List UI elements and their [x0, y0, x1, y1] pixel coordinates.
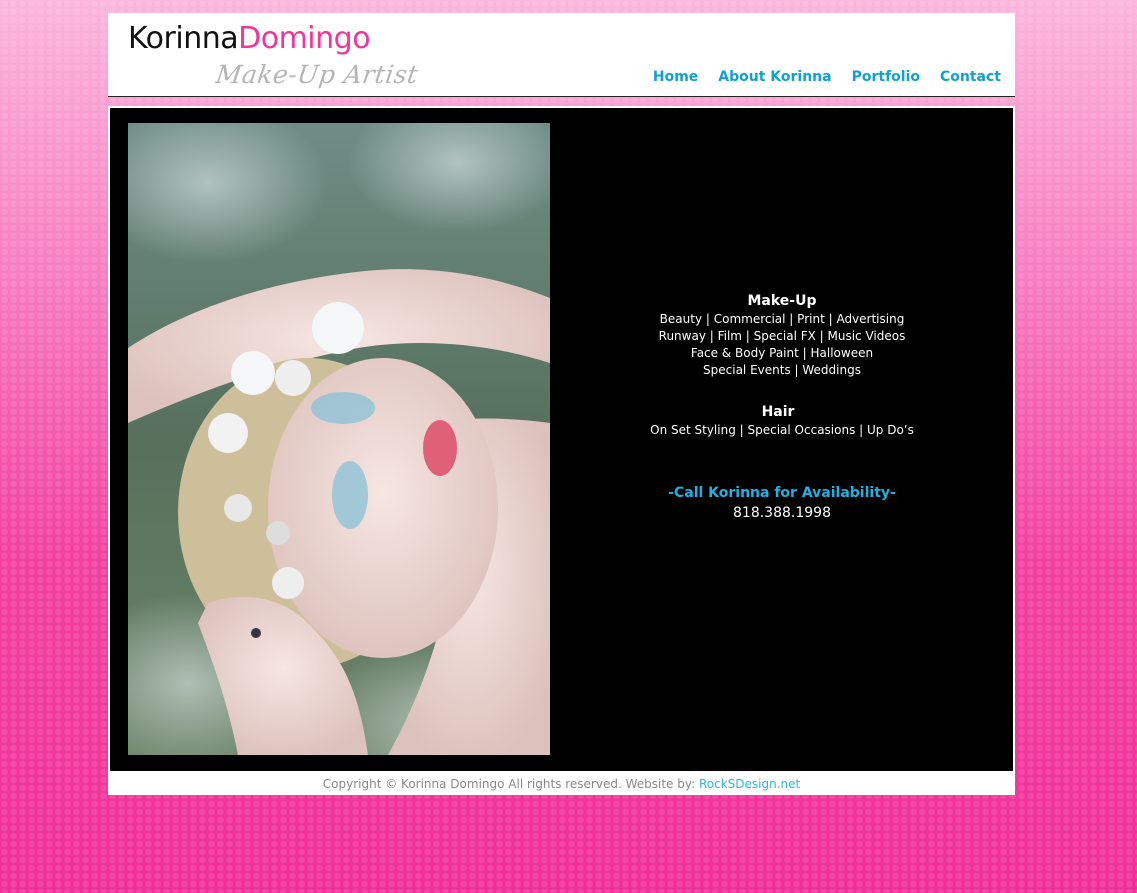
nav-home[interactable]: Home	[653, 68, 698, 86]
site-logo[interactable]: KorinnaDomingo Make-Up Artist	[128, 19, 420, 95]
services-panel: Make-Up Beauty | Commercial | Print | Ad…	[580, 291, 984, 523]
makeup-heading: Make-Up	[747, 293, 817, 309]
hero-photo-illustration	[128, 123, 550, 755]
makeup-services-line: Face & Body Paint | Halloween	[690, 346, 874, 360]
nav-about-korinna[interactable]: About Korinna	[718, 68, 831, 86]
phone-number: 818.388.1998	[733, 505, 831, 521]
site-header: KorinnaDomingo Make-Up Artist Home About…	[108, 13, 1015, 97]
designer-credit-link[interactable]: RockSDesign.net	[699, 777, 800, 791]
main-nav: Home About Korinna Portfolio Contact	[653, 68, 1001, 86]
makeup-services-line: Runway | Film | Special FX | Music Video…	[658, 329, 906, 343]
hair-heading: Hair	[761, 404, 795, 420]
logo-first-name: Korinna	[128, 21, 239, 56]
makeup-services-line: Beauty | Commercial | Print | Advertisin…	[659, 312, 905, 326]
site-footer: Copyright © Korinna Domingo All rights r…	[108, 773, 1015, 795]
makeup-services-line: Special Events | Weddings	[703, 363, 861, 377]
logo-tagline: Make-Up Artist	[214, 60, 420, 89]
logo-name: KorinnaDomingo	[128, 19, 371, 59]
nav-portfolio[interactable]: Portfolio	[852, 68, 920, 86]
main-content: Make-Up Beauty | Commercial | Print | Ad…	[108, 106, 1015, 773]
nav-contact[interactable]: Contact	[940, 68, 1001, 86]
hero-photo	[128, 123, 550, 755]
availability-call-to-action: -Call Korinna for Availability-	[668, 485, 896, 501]
page-container: KorinnaDomingo Make-Up Artist Home About…	[108, 13, 1015, 795]
copyright-text: Copyright © Korinna Domingo All rights r…	[322, 777, 699, 791]
hair-services-line: On Set Styling | Special Occasions | Up …	[650, 423, 914, 437]
logo-last-name: Domingo	[238, 21, 371, 56]
